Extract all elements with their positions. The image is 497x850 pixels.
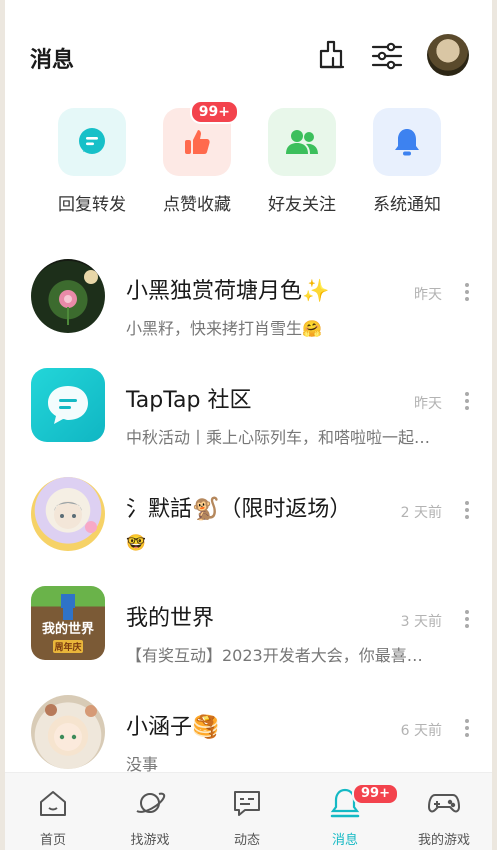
planet-icon [136, 792, 166, 813]
taptap-logo [31, 368, 105, 442]
list-item[interactable]: 氵默話🐒（限时返场） 🤓 2 天前 [5, 473, 492, 573]
quick-likes[interactable]: 99+ 点赞收藏 [142, 100, 252, 215]
message-time: 昨天 [414, 287, 442, 303]
more-icon[interactable] [464, 610, 470, 630]
nav-home[interactable]: 首页 [8, 787, 98, 848]
avatar [31, 477, 105, 551]
nav-my-games[interactable]: 我的游戏 [399, 787, 489, 848]
list-item[interactable]: 我的世界 周年庆 我的世界 【有奖互动】2023开发者大会，你最喜… 3 天前 [5, 582, 492, 682]
nav-label: 我的游戏 [417, 833, 470, 848]
nav-label: 动态 [233, 833, 260, 848]
quick-replies[interactable]: 回复转发 [37, 108, 147, 215]
page-title: 消息 [30, 48, 75, 73]
message-name: 我的世界 [126, 606, 215, 631]
header: 消息 [5, 0, 492, 110]
message-name: 小黑独赏荷塘月色✨ [126, 279, 330, 304]
home-icon [40, 791, 66, 816]
message-name: TapTap 社区 [126, 388, 252, 413]
quick-label: 回复转发 [58, 195, 126, 215]
quick-notifications[interactable]: 系统通知 [352, 108, 462, 215]
avatar [31, 695, 105, 769]
svg-text:周年庆: 周年庆 [54, 641, 81, 653]
bell-icon [373, 108, 441, 176]
user-avatar[interactable] [427, 34, 469, 76]
messages-screen: 消息 回复转发 99+ 点赞收藏 好友关注 系统通知 小黑独赏荷塘月色✨ 小黑籽… [5, 0, 492, 850]
message-preview: 中秋活动丨乘上心际列车，和嗒啦啦一起… [126, 428, 431, 447]
friends-icon [268, 108, 336, 176]
broom-icon[interactable] [313, 38, 349, 74]
message-time: 昨天 [414, 396, 442, 412]
list-item[interactable]: 小黑独赏荷塘月色✨ 小黑籽，快来拷打肖雪生🤗 昨天 [5, 255, 492, 355]
chat-bubble-icon [58, 108, 126, 176]
avatar [31, 259, 105, 333]
list-item[interactable]: TapTap 社区 中秋活动丨乘上心际列车，和嗒啦啦一起… 昨天 [5, 364, 492, 464]
nav-label: 消息 [331, 833, 358, 848]
more-icon[interactable] [464, 283, 470, 303]
message-time: 2 天前 [400, 505, 442, 521]
gamepad-icon [428, 794, 460, 813]
quick-label: 点赞收藏 [163, 195, 231, 215]
more-icon[interactable] [464, 501, 470, 521]
nav-discover[interactable]: 找游戏 [105, 787, 195, 848]
more-icon[interactable] [464, 719, 470, 739]
message-name: 氵默話🐒（限时返场） [126, 497, 352, 522]
thumbs-up-icon: 99+ [163, 100, 239, 176]
nav-feed[interactable]: 动态 [202, 787, 292, 848]
svg-text:我的世界: 我的世界 [42, 621, 94, 637]
minecraft-logo: 我的世界 周年庆 [31, 586, 105, 660]
more-icon[interactable] [464, 392, 470, 412]
message-time: 3 天前 [400, 614, 442, 630]
message-preview: 【有奖互动】2023开发者大会，你最喜… [126, 646, 423, 665]
filter-sliders-icon[interactable] [369, 38, 405, 74]
message-time: 6 天前 [400, 723, 442, 739]
quick-label: 好友关注 [268, 195, 336, 215]
message-name: 小涵子🥞 [126, 715, 220, 740]
nav-messages[interactable]: 99+ 消息 [300, 783, 399, 848]
quick-friends[interactable]: 好友关注 [247, 108, 357, 215]
messages-badge: 99+ [352, 783, 399, 805]
bottom-nav: 首页 找游戏 动态 99+ 消息 我的游戏 [5, 772, 492, 850]
message-preview: 小黑籽，快来拷打肖雪生🤗 [126, 319, 322, 338]
quick-label: 系统通知 [373, 195, 441, 215]
likes-badge: 99+ [189, 100, 239, 124]
quick-actions: 回复转发 99+ 点赞收藏 好友关注 系统通知 [5, 100, 492, 228]
nav-label: 找游戏 [130, 833, 170, 848]
nav-label: 首页 [39, 833, 66, 848]
message-preview: 🤓 [126, 533, 146, 552]
feed-icon [234, 791, 260, 816]
